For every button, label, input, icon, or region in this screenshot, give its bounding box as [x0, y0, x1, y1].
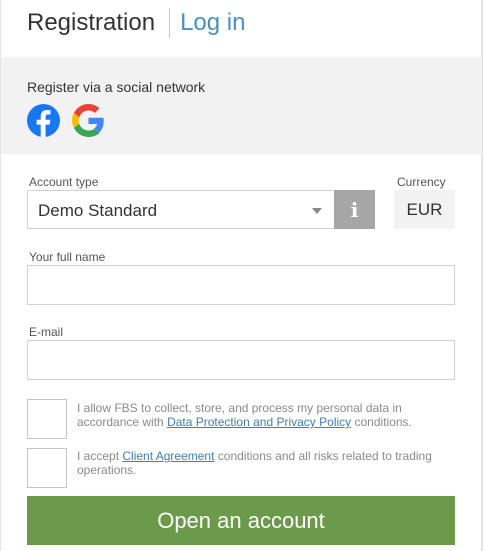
- facebook-icon[interactable]: [27, 104, 60, 137]
- currency-label: Currency: [397, 175, 446, 189]
- tab-divider: [169, 8, 171, 38]
- privacy-policy-link[interactable]: Data Protection and Privacy Policy: [167, 415, 351, 429]
- agreement-text: I accept Client Agreement conditions and…: [77, 449, 447, 477]
- client-agreement-link[interactable]: Client Agreement: [122, 449, 214, 463]
- tab-login[interactable]: Log in: [180, 9, 245, 37]
- social-title: Register via a social network: [27, 79, 206, 95]
- agreement-prefix: I accept: [77, 449, 120, 463]
- account-type-select[interactable]: Demo Standard: [27, 190, 335, 229]
- info-icon[interactable]: i: [334, 190, 375, 229]
- account-type-value: Demo Standard: [38, 201, 158, 220]
- open-account-button[interactable]: Open an account: [27, 496, 455, 545]
- account-type-label: Account type: [29, 175, 99, 189]
- email-label: E-mail: [29, 325, 64, 339]
- data-consent-checkbox[interactable]: [27, 399, 67, 439]
- chevron-down-icon: [312, 208, 322, 214]
- auth-tabs: Registration Log in: [27, 8, 245, 38]
- data-consent-text: I allow FBS to collect, store, and proce…: [77, 401, 447, 429]
- data-consent-suffix: conditions.: [354, 415, 412, 429]
- agreement-checkbox[interactable]: [27, 448, 67, 488]
- full-name-input[interactable]: [27, 265, 455, 305]
- full-name-label: Your full name: [29, 250, 106, 264]
- email-input[interactable]: [27, 340, 455, 380]
- tab-registration[interactable]: Registration: [27, 9, 155, 37]
- google-icon[interactable]: [72, 104, 105, 137]
- currency-field[interactable]: EUR: [394, 190, 455, 229]
- social-icons: [27, 104, 105, 137]
- social-register-section: Register via a social network: [1, 57, 482, 154]
